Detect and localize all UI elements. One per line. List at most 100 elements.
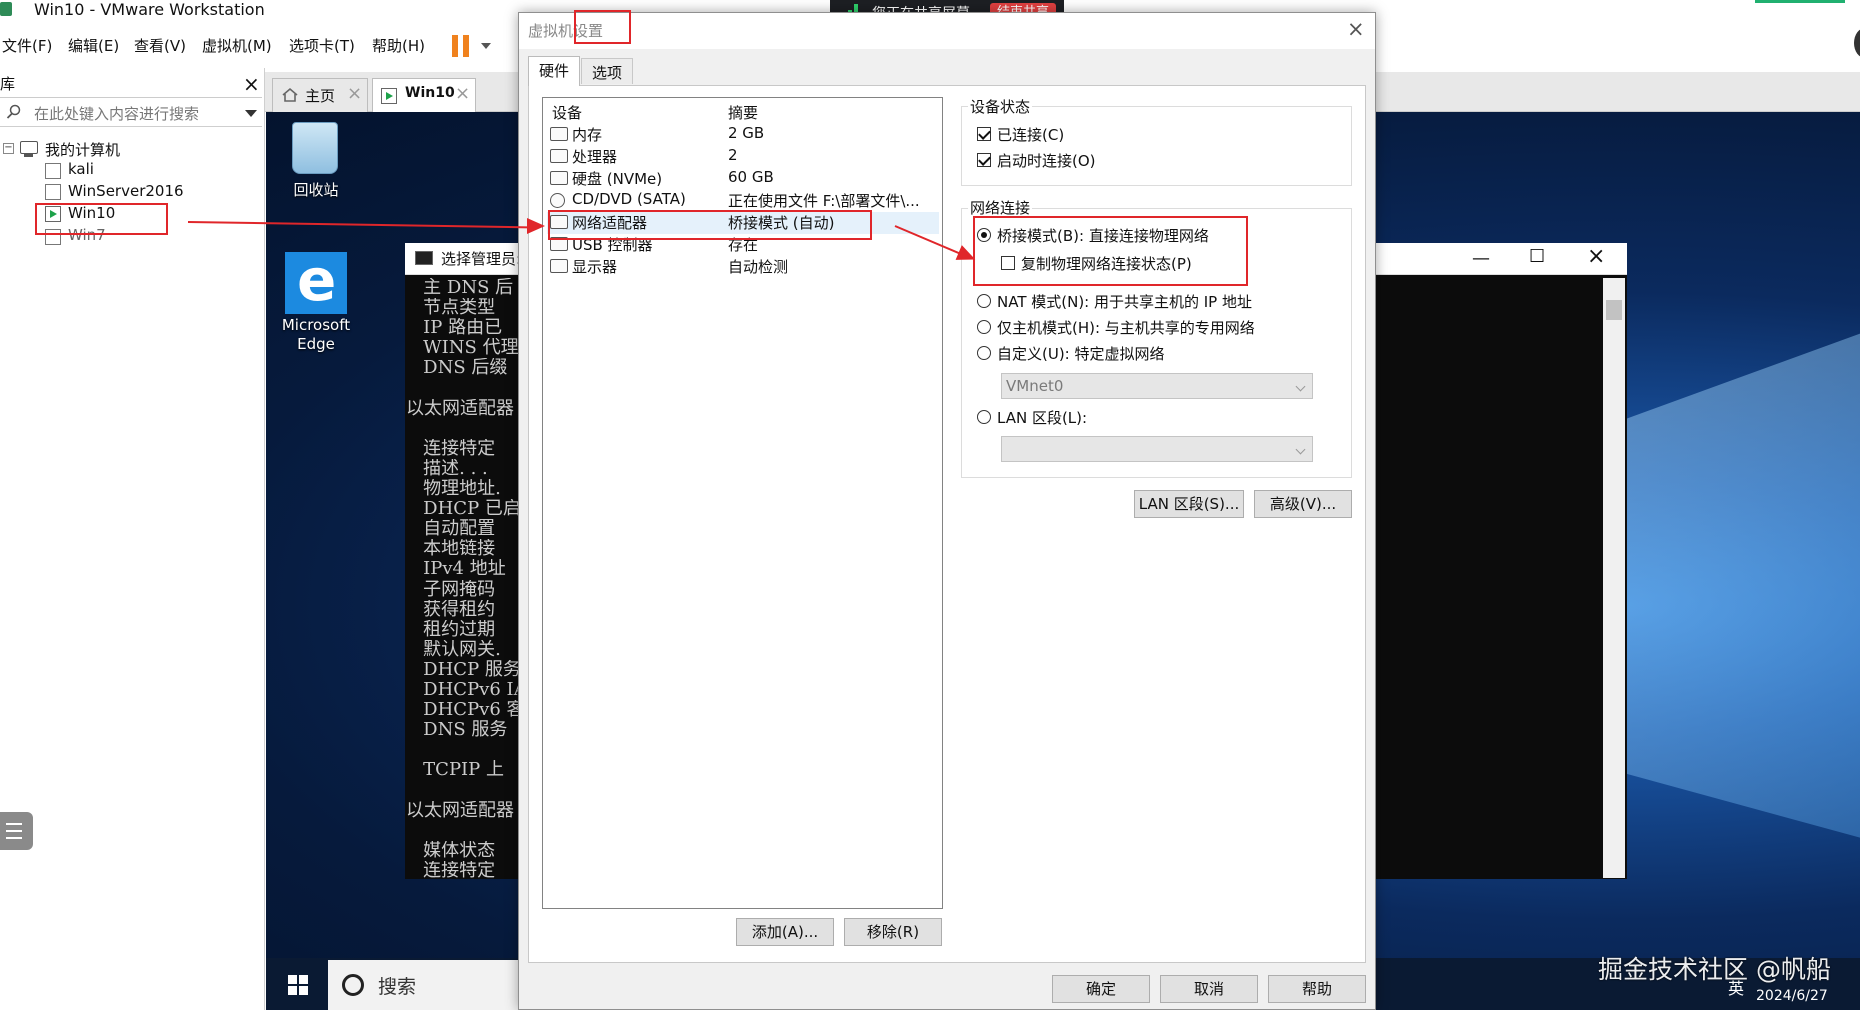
annotation-box-win10 (35, 203, 168, 235)
library-search[interactable]: 在此处键入内容进行搜索 (0, 99, 262, 127)
menu-tabs[interactable]: 选项卡(T) (289, 35, 355, 56)
lan-segment-select[interactable] (1001, 436, 1313, 462)
custom-network-value: VMnet0 (1006, 377, 1064, 395)
cmd-line: IP 路由已 (406, 318, 503, 339)
tab-hardware[interactable]: 硬件 (528, 56, 580, 86)
tab-win10[interactable]: Win10 × (372, 78, 476, 112)
device-row-processor[interactable]: 处理器 2 (547, 146, 939, 168)
tree-root[interactable]: 我的计算机 (45, 139, 120, 160)
device-status-title: 设备状态 (968, 96, 1033, 117)
connected-checkbox[interactable] (977, 127, 991, 141)
menu-help[interactable]: 帮助(H) (372, 35, 425, 56)
remove-device-button[interactable]: 移除(R) (844, 918, 942, 946)
library-title: 库 (0, 75, 16, 93)
maximize-icon[interactable]: ☐ (1529, 246, 1545, 267)
device-name: 处理器 (572, 148, 618, 166)
summary-column-header: 摘要 (728, 104, 759, 122)
network-connection-title: 网络连接 (968, 197, 1033, 218)
device-name: CD/DVD (SATA) (572, 190, 686, 208)
pause-icon[interactable] (452, 35, 470, 57)
cmd-line: 子网掩码 (406, 579, 496, 600)
tray-date[interactable]: 2024/6/27 (1756, 988, 1828, 1004)
chevron-down-icon (1295, 381, 1306, 392)
search-input[interactable]: 在此处键入内容进行搜索 (34, 103, 199, 124)
connect-on-power-label: 启动时连接(O) (997, 152, 1096, 170)
cd-icon (550, 193, 565, 208)
device-row-memory[interactable]: 内存 2 GB (547, 124, 939, 146)
tree-item-kali[interactable]: kali (68, 160, 94, 178)
home-icon (282, 87, 298, 102)
cmd-line: 自动配置 (406, 519, 496, 540)
windows-start-icon[interactable] (288, 975, 308, 995)
tab-options[interactable]: 选项 (581, 58, 633, 84)
vm-running-icon (381, 88, 397, 104)
taskbar-search[interactable]: 搜索 (328, 960, 518, 1010)
device-summary: 2 (728, 146, 738, 164)
device-row-disk[interactable]: 硬盘 (NVMe) 60 GB (547, 168, 939, 190)
menu-bar: 文件(F) 编辑(E) 查看(V) 虚拟机(M) 选项卡(T) 帮助(H) (0, 26, 520, 60)
device-summary: 2 GB (728, 124, 765, 142)
close-icon[interactable]: × (455, 83, 470, 104)
lan-segment-radio[interactable] (977, 410, 991, 424)
cmd-line: 连接特定 (406, 860, 496, 881)
device-row-cdrom[interactable]: CD/DVD (SATA) 正在使用文件 F:\部署文件\... (547, 190, 939, 212)
cmd-title: 选择管理员: (441, 250, 522, 268)
annotation-box-title (574, 10, 631, 44)
cmd-line: IPv4 地址 (406, 559, 506, 580)
cmd-line: 连接特定 (406, 438, 496, 459)
custom-network-select[interactable]: VMnet0 (1001, 373, 1313, 399)
ok-button[interactable]: 确定 (1052, 975, 1150, 1003)
annotation-arrow-head (527, 218, 545, 234)
tree-item-winserver2016[interactable]: WinServer2016 (68, 182, 184, 200)
lan-segments-button[interactable]: LAN 区段(S)... (1134, 490, 1244, 518)
help-button[interactable]: 帮助 (1268, 975, 1366, 1003)
menu-view[interactable]: 查看(V) (134, 35, 186, 56)
scrollbar-thumb[interactable] (1606, 300, 1622, 320)
host-only-radio[interactable] (977, 320, 991, 334)
list-icon[interactable] (0, 812, 33, 850)
cmd-line: 以太网适配器 (406, 800, 514, 821)
close-icon[interactable]: × (347, 83, 362, 104)
edge-label: Microsoft Edge (281, 316, 351, 353)
custom-radio[interactable] (977, 346, 991, 360)
watermark: 掘金技术社区 @帆船 (1598, 955, 1831, 984)
collapse-icon[interactable]: − (3, 143, 14, 154)
add-device-button[interactable]: 添加(A)... (736, 918, 834, 946)
vm-icon (45, 163, 61, 179)
chevron-down-icon[interactable] (481, 43, 491, 49)
cancel-button[interactable]: 取消 (1160, 975, 1258, 1003)
close-icon[interactable]: × (243, 72, 260, 96)
recycle-bin-icon[interactable] (292, 122, 338, 174)
cmd-line: 描述. . . (406, 458, 488, 479)
nat-radio[interactable] (977, 294, 991, 308)
close-icon[interactable]: × (1347, 17, 1365, 41)
menu-vm[interactable]: 虚拟机(M) (202, 35, 272, 56)
display-icon (550, 259, 568, 273)
user-avatar[interactable] (1854, 28, 1860, 58)
cmd-line: DHCP 已启 (406, 499, 518, 520)
cmd-line: DNS 服务 (406, 720, 508, 741)
advanced-button[interactable]: 高级(V)... (1254, 490, 1352, 518)
connect-on-power-checkbox[interactable] (977, 153, 991, 167)
menu-file[interactable]: 文件(F) (2, 35, 52, 56)
minimize-icon[interactable]: — (1472, 248, 1490, 269)
processor-icon (550, 149, 568, 163)
chevron-down-icon[interactable] (245, 110, 257, 117)
library-header: 库 (0, 70, 262, 98)
cmd-line: DHCPv6 IA (406, 680, 518, 700)
taskbar-search-label: 搜索 (378, 976, 417, 998)
edge-icon[interactable]: e (285, 246, 347, 314)
cmd-line: 媒体状态 (406, 840, 496, 861)
cmd-line: 获得租约 (406, 599, 496, 620)
vmware-app-icon (0, 2, 12, 16)
cmd-scrollbar[interactable] (1603, 278, 1625, 878)
menu-edit[interactable]: 编辑(E) (68, 35, 119, 56)
dialog-titlebar[interactable] (519, 13, 1375, 49)
memory-icon (550, 127, 568, 141)
tab-home[interactable]: 主页 × (272, 78, 368, 112)
close-icon[interactable]: × (1587, 244, 1605, 269)
device-summary: 自动检测 (728, 258, 789, 276)
device-row-display[interactable]: 显示器 自动检测 (547, 256, 939, 278)
cortana-icon (342, 974, 364, 996)
cmd-line: 物理地址. (406, 479, 501, 499)
